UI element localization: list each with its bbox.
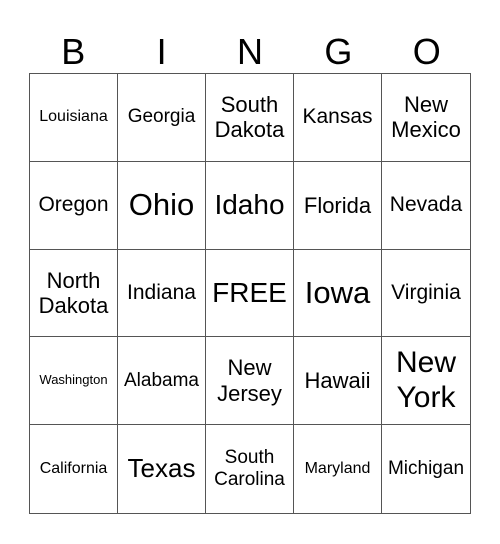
bingo-cell[interactable]: South Dakota xyxy=(206,74,294,162)
bingo-cell[interactable]: Ohio xyxy=(118,161,206,250)
header-letter-o: O xyxy=(412,31,441,72)
cell-label: Michigan xyxy=(387,458,465,480)
bingo-header: B I N G O xyxy=(29,30,471,73)
bingo-cell[interactable]: Indiana xyxy=(118,249,206,338)
cell-label: Florida xyxy=(303,192,372,218)
cell-label: Georgia xyxy=(127,106,196,128)
bingo-cell[interactable]: Nevada xyxy=(382,162,470,250)
bingo-cell[interactable]: Oregon xyxy=(30,161,118,250)
bingo-cell[interactable]: Louisiana xyxy=(30,74,118,162)
free-space-cell[interactable]: FREE xyxy=(206,249,294,338)
bingo-cell[interactable]: New Mexico xyxy=(382,74,470,162)
cell-label: Nevada xyxy=(389,193,463,217)
bingo-cell[interactable]: New Jersey xyxy=(206,337,294,426)
cell-label: Indiana xyxy=(127,280,196,304)
cell-label: Idaho xyxy=(214,189,285,221)
header-letter-b: B xyxy=(61,31,86,72)
cell-label: New Jersey xyxy=(217,355,282,406)
bingo-cell[interactable]: Florida xyxy=(294,161,382,250)
cell-label: Texas xyxy=(127,453,196,484)
cell-label: Virginia xyxy=(391,280,461,304)
cell-label: Kansas xyxy=(302,105,373,129)
bingo-cell[interactable]: Hawaii xyxy=(294,337,382,426)
cell-label: South Dakota xyxy=(214,92,285,143)
bingo-cell[interactable]: North Dakota xyxy=(30,249,118,338)
header-letter-n: N xyxy=(236,31,263,72)
cell-label: FREE xyxy=(212,276,287,308)
bingo-cell[interactable]: Iowa xyxy=(294,249,382,338)
cell-label: Hawaii xyxy=(304,368,371,394)
bingo-cell[interactable]: Washington xyxy=(30,337,118,426)
cell-label: Iowa xyxy=(304,275,371,311)
bingo-cell[interactable]: Virginia xyxy=(382,250,470,338)
bingo-cell[interactable]: Georgia xyxy=(118,74,206,162)
bingo-cell[interactable]: Alabama xyxy=(118,337,206,426)
cell-label: New York xyxy=(395,346,456,414)
cell-label: South Carolina xyxy=(214,447,285,491)
cell-label: Alabama xyxy=(124,369,199,391)
cell-label: California xyxy=(39,459,108,477)
bingo-cell[interactable]: Texas xyxy=(118,425,206,513)
bingo-cell[interactable]: New York xyxy=(382,337,470,426)
header-letter-g: G xyxy=(324,31,353,72)
cell-label: North Dakota xyxy=(38,267,109,318)
bingo-cell[interactable]: Idaho xyxy=(206,161,294,250)
bingo-cell[interactable]: Michigan xyxy=(382,425,470,513)
bingo-cell[interactable]: South Carolina xyxy=(206,425,294,513)
cell-label: Louisiana xyxy=(39,108,108,126)
bingo-cell[interactable]: California xyxy=(30,425,118,513)
cell-label: Maryland xyxy=(304,459,371,477)
cell-label: Oregon xyxy=(38,193,109,217)
bingo-cell[interactable]: Kansas xyxy=(294,74,382,162)
header-letter-i: I xyxy=(156,31,167,72)
cell-label: New Mexico xyxy=(391,92,461,143)
cell-label: Washington xyxy=(39,372,108,388)
bingo-cell[interactable]: Maryland xyxy=(294,425,382,513)
cell-label: Ohio xyxy=(128,187,195,223)
bingo-card: Louisiana Georgia South Dakota Kansas New Me… xyxy=(29,73,471,514)
